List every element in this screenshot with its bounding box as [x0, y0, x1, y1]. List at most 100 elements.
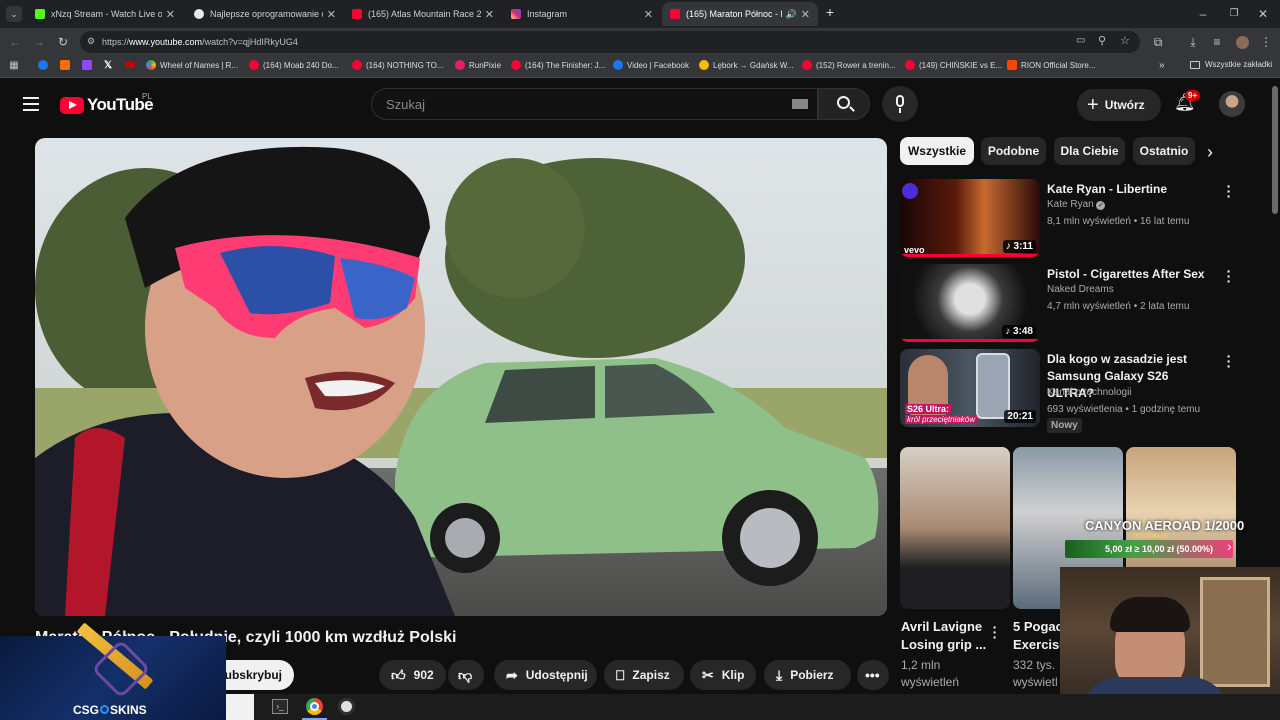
speaker-icon[interactable]: 🔊 — [786, 9, 797, 20]
chip-all[interactable]: Wszystkie — [900, 137, 974, 165]
reading-list-icon[interactable]: ≡ — [1211, 36, 1223, 48]
bookmark-wheel[interactable]: Wheel of Names | R... — [146, 60, 238, 70]
save-button[interactable]: ⎕ Zapisz — [604, 660, 684, 690]
dislike-button[interactable]: 👎︎ — [448, 660, 484, 690]
close-icon[interactable]: ✕ — [327, 8, 336, 21]
notifications-button[interactable]: 🔔︎ 9+ — [1174, 90, 1201, 115]
recommendation-item[interactable]: ♪ 3:48 Pistol - Cigarettes After Sex Nak… — [900, 264, 1240, 344]
close-icon[interactable]: ✕ — [485, 8, 494, 21]
download-icon[interactable]: ⤓ — [1187, 36, 1199, 48]
bookmark-runpixie[interactable]: RunPixie — [455, 60, 501, 70]
obs-icon[interactable] — [338, 698, 355, 715]
close-icon[interactable]: ✕ — [644, 8, 653, 21]
clip-button[interactable]: ✂ Klip — [690, 660, 756, 690]
recommendation-item[interactable]: S26 Ultra: król przeciętniaków 20:21 Dla… — [900, 349, 1240, 435]
forward-icon[interactable]: → — [33, 36, 45, 48]
url-path: /watch?v=qjHdIRkyUG4 — [202, 37, 298, 47]
search-input[interactable]: Szukaj — [371, 88, 818, 120]
search-button[interactable] — [818, 88, 870, 120]
recommendation-item[interactable]: vevo ♪ 3:11 Kate Ryan - Libertine Kate R… — [900, 179, 1240, 259]
zoom-icon[interactable]: ⚲ — [1098, 34, 1106, 47]
back-icon[interactable]: ← — [9, 36, 21, 48]
create-label: Utwórz — [1104, 98, 1145, 112]
notification-badge: 9+ — [1185, 90, 1201, 101]
chip-recent[interactable]: Ostatnio — [1133, 137, 1195, 165]
bookmark-label: Video | Facebook — [627, 60, 689, 70]
rec-title: Kate Ryan - Libertine — [1047, 182, 1168, 196]
video-thumbnail[interactable]: S26 Ultra: król przeciętniaków 20:21 — [900, 349, 1040, 427]
thumb-caption: S26 Ultra: — [905, 404, 952, 414]
video-player[interactable] — [35, 138, 887, 616]
bookmark-facebook[interactable] — [38, 60, 52, 70]
extensions-icon[interactable]: ⧉ — [1152, 36, 1164, 48]
keyboard-icon[interactable] — [792, 99, 808, 109]
chips-next-chevron-icon[interactable]: › — [1207, 142, 1213, 163]
close-icon[interactable]: ✕ — [801, 8, 810, 21]
bookmark-5[interactable] — [125, 60, 139, 68]
tab-software[interactable]: Najlepsze oprogramowanie do ✕ — [186, 2, 344, 26]
rec-menu-icon[interactable]: · · · — [1225, 349, 1233, 373]
menu-icon[interactable]: ⋮ — [1260, 36, 1272, 48]
hamburger-menu-icon[interactable] — [23, 97, 39, 111]
share-button[interactable]: ➦ Udostępnij — [494, 660, 597, 690]
bookmark-fb-video[interactable]: Video | Facebook — [613, 60, 689, 70]
page-scrollbar[interactable] — [1272, 86, 1278, 214]
video-thumbnail[interactable]: vevo ♪ 3:11 — [900, 179, 1040, 257]
apps-icon[interactable]: ▦ — [8, 60, 20, 72]
restore-icon[interactable]: ❐ — [1227, 8, 1241, 20]
rec-menu-icon[interactable]: · · · — [1225, 179, 1233, 203]
tab-instagram[interactable]: Instagram ✕ — [503, 2, 661, 26]
bookmark-rion[interactable]: RION Official Store... — [1007, 60, 1096, 70]
site-info-icon[interactable]: ⚙ — [87, 36, 95, 47]
close-window-icon[interactable]: ✕ — [1256, 8, 1270, 20]
tab-atlas[interactable]: (165) Atlas Mountain Race 2025 ✕ — [344, 2, 502, 26]
bookmark-finisher[interactable]: (164) The Finisher: J... — [511, 60, 605, 70]
terminal-icon[interactable]: ›_ — [272, 699, 288, 714]
create-button[interactable]: + Utwórz — [1077, 89, 1161, 121]
voice-search-button[interactable] — [882, 86, 918, 122]
profile-avatar[interactable] — [1236, 36, 1249, 49]
chip-for-you[interactable]: Dla Ciebie — [1054, 137, 1125, 165]
channel-name: Kate Ryan — [1047, 199, 1094, 210]
cast-icon[interactable]: ▭ — [1076, 35, 1085, 46]
tab-maraton[interactable]: (165) Maraton Północ - Połu 🔊 ✕ — [662, 2, 818, 26]
close-icon[interactable]: ✕ — [166, 8, 175, 21]
tab-kick[interactable]: xNzq Stream - Watch Live on K ✕ — [27, 2, 183, 26]
short-menu-icon[interactable]: · · · — [991, 620, 999, 644]
chrome-icon[interactable] — [306, 698, 323, 715]
star-icon[interactable]: ☆ — [1120, 34, 1130, 47]
more-actions-button[interactable]: ••• — [857, 660, 889, 690]
download-button[interactable]: ⤓ Pobierz — [764, 660, 851, 690]
bookmark-twitch[interactable] — [82, 60, 96, 70]
chip-related[interactable]: Podobne — [981, 137, 1046, 165]
like-button[interactable]: 👍︎ 902 — [379, 660, 446, 690]
rec-channel[interactable]: Kanał o technologii — [1047, 387, 1132, 398]
tab-search-chevron-icon[interactable]: ⌄ — [6, 6, 22, 22]
new-tab-button[interactable]: + — [823, 5, 837, 19]
tab-title: Najlepsze oprogramowanie do — [210, 9, 323, 19]
youtube-logo[interactable]: YouTube — [60, 95, 154, 115]
short-title[interactable]: Avril Lavigne Losing grip ... — [901, 618, 991, 654]
bookmark-nothing[interactable]: (164) NOTHING TO... — [352, 60, 444, 70]
bookmark-label: (152) Rower a trenin... — [816, 60, 896, 70]
rec-menu-icon[interactable]: · · · — [1225, 264, 1233, 288]
bookmark-lebork[interactable]: Lębork → Gdańsk W... — [699, 60, 793, 70]
short-thumbnail[interactable] — [900, 447, 1010, 609]
bookmark-2[interactable] — [60, 60, 74, 70]
duration-badge: ♪ 3:11 — [1002, 240, 1036, 253]
bookmark-x[interactable]: 𝕏 — [104, 60, 112, 71]
account-avatar[interactable] — [1219, 91, 1245, 117]
bookmark-moab[interactable]: (164) Moab 240 Do... — [249, 60, 339, 70]
rec-channel[interactable]: Naked Dreams — [1047, 284, 1114, 295]
all-bookmarks[interactable]: Wszystkie zakładki — [1190, 60, 1272, 69]
brand-suffix: SKINS — [110, 703, 147, 717]
url-input[interactable]: ⚙ https://www.youtube.com/watch?v=qjHdIR… — [80, 31, 1140, 53]
bookmark-rower[interactable]: (152) Rower a trenin... — [802, 60, 896, 70]
more-bookmarks-icon[interactable]: » — [1159, 60, 1165, 71]
rec-channel[interactable]: Kate Ryan ✓ — [1047, 199, 1106, 210]
bookmark-chinskie[interactable]: (149) CHIŃSKIE vs E... — [905, 60, 1002, 70]
share-label: Udostępnij — [525, 668, 588, 682]
minimize-icon[interactable]: – — [1196, 8, 1210, 20]
video-thumbnail[interactable]: ♪ 3:48 — [900, 264, 1040, 342]
reload-icon[interactable]: ↻ — [57, 36, 69, 48]
